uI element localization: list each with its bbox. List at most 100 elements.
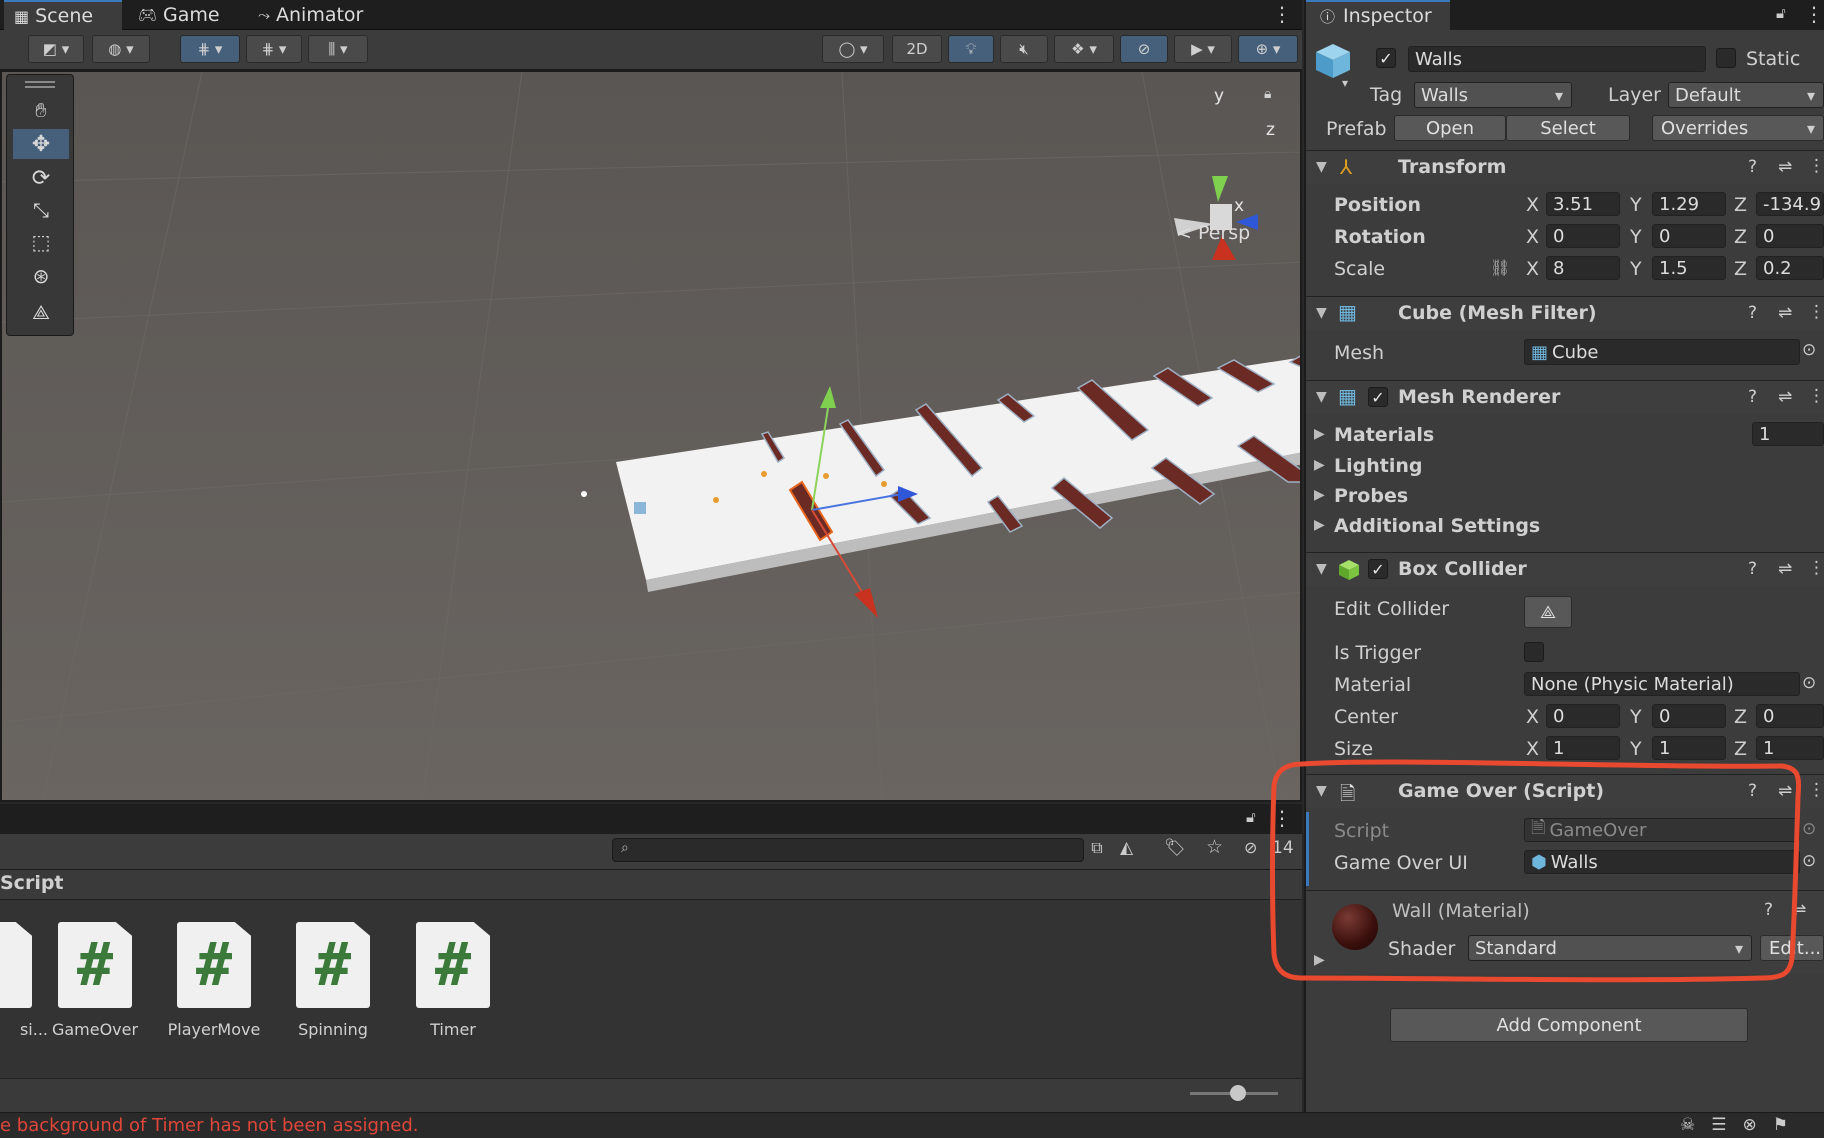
expand-arrow-icon[interactable]: ▶ bbox=[1314, 487, 1325, 503]
presets-icon[interactable]: ⇌ bbox=[1778, 303, 1792, 323]
transform-tool[interactable]: ⊛ bbox=[13, 261, 69, 291]
pickup-object[interactable] bbox=[823, 473, 829, 479]
collapse-arrow-icon[interactable]: ▼ bbox=[1316, 159, 1327, 175]
axis-z-label[interactable]: Z bbox=[1734, 194, 1747, 216]
lighting-toggle[interactable]: 💡︎ bbox=[948, 35, 994, 63]
additional-settings-foldout[interactable]: Additional Settings bbox=[1334, 515, 1540, 537]
notification-icon[interactable]: ⚑ bbox=[1773, 1115, 1804, 1135]
axis-y-label[interactable]: Y bbox=[1630, 706, 1642, 728]
pickup-object[interactable] bbox=[761, 471, 767, 477]
edit-collider-button[interactable]: ⟁ bbox=[1524, 596, 1572, 628]
center-z-field[interactable]: 0 bbox=[1756, 704, 1824, 728]
enabled-checkbox[interactable]: ✓ bbox=[1368, 559, 1388, 579]
scale-y-field[interactable]: 1.5 bbox=[1652, 256, 1726, 280]
asset-item[interactable]: # Timer bbox=[398, 922, 508, 1039]
enabled-checkbox[interactable]: ✓ bbox=[1368, 387, 1388, 407]
hand-tool[interactable]: ✋︎ bbox=[13, 95, 69, 125]
collapse-arrow-icon[interactable]: ▼ bbox=[1316, 305, 1327, 321]
shading-dropdown[interactable]: ◯ ▾ bbox=[822, 35, 884, 63]
presets-icon[interactable]: ⇌ bbox=[1778, 157, 1792, 177]
object-picker-icon[interactable]: ⊙ bbox=[1802, 340, 1816, 360]
increment-snap-dropdown[interactable]: ⋕ ▾ bbox=[246, 35, 302, 63]
axis-z-label[interactable]: Z bbox=[1734, 706, 1747, 728]
transform-header[interactable]: ▼ ⅄ Transform ? ⇌ ⋮ bbox=[1306, 150, 1824, 184]
global-pivot-dropdown[interactable]: ◍ ▾ bbox=[92, 35, 150, 63]
status-icons[interactable]: ☠☰⊗⚑ bbox=[1680, 1115, 1804, 1135]
tab-game[interactable]: 🎮︎ Game bbox=[128, 0, 228, 30]
toggle-2d-button[interactable]: 2D bbox=[892, 35, 942, 63]
scale-x-field[interactable]: 8 bbox=[1546, 256, 1620, 280]
more-menu-icon[interactable]: ⋮ bbox=[1808, 558, 1824, 578]
axis-x-label[interactable]: X bbox=[1526, 226, 1539, 248]
more-menu-icon[interactable]: ⋮ bbox=[1808, 156, 1824, 176]
expand-arrow-icon[interactable]: ▶ bbox=[1314, 517, 1325, 533]
center-x-field[interactable]: 0 bbox=[1546, 704, 1620, 728]
axis-y-label[interactable]: Y bbox=[1630, 226, 1642, 248]
static-checkbox[interactable] bbox=[1716, 48, 1736, 68]
axis-z-label[interactable]: Z bbox=[1734, 226, 1747, 248]
help-icon[interactable]: ? bbox=[1748, 559, 1757, 579]
more-menu-icon[interactable]: ⋮ bbox=[1808, 302, 1824, 322]
materials-count-field[interactable]: 1 bbox=[1752, 422, 1824, 446]
asset-item[interactable]: # Spinning bbox=[278, 922, 388, 1039]
axis-y-label[interactable]: Y bbox=[1630, 194, 1642, 216]
position-z-field[interactable]: -134.9 bbox=[1756, 192, 1824, 216]
prefab-select-button[interactable]: Select bbox=[1506, 115, 1630, 141]
rotation-x-field[interactable]: 0 bbox=[1546, 224, 1620, 248]
tag-dropdown[interactable]: Walls bbox=[1414, 82, 1572, 108]
effects-dropdown[interactable]: ❖ ▾ bbox=[1054, 35, 1114, 63]
position-y-field[interactable]: 1.29 bbox=[1652, 192, 1726, 216]
prefab-open-button[interactable]: Open bbox=[1394, 115, 1506, 141]
player-cube[interactable] bbox=[634, 502, 646, 514]
perspective-label[interactable]: < Persp bbox=[1176, 222, 1250, 244]
axis-x-label[interactable]: X bbox=[1526, 194, 1539, 216]
center-y-field[interactable]: 0 bbox=[1652, 704, 1726, 728]
asset-item[interactable]: # PlayerMove bbox=[159, 922, 269, 1039]
presets-icon[interactable]: ⇌ bbox=[1778, 387, 1792, 407]
zoom-slider-handle[interactable] bbox=[1230, 1085, 1246, 1101]
asset-item[interactable]: # GameOver bbox=[40, 922, 150, 1039]
add-component-button[interactable]: Add Component bbox=[1390, 1008, 1748, 1042]
baking-icon[interactable]: ⊗ bbox=[1743, 1115, 1773, 1135]
rect-tool[interactable]: ⬚ bbox=[13, 227, 69, 257]
materials-foldout[interactable]: Materials bbox=[1334, 424, 1434, 446]
collapse-arrow-icon[interactable]: ▼ bbox=[1316, 389, 1327, 405]
rotation-y-field[interactable]: 0 bbox=[1652, 224, 1726, 248]
breadcrumb-script[interactable]: Script bbox=[0, 872, 64, 894]
mesh-renderer-header[interactable]: ▼ ▦ ✓ Mesh Renderer ? ⇌ ⋮ bbox=[1306, 380, 1824, 414]
mesh-object-field[interactable]: ▦ Cube bbox=[1524, 339, 1800, 365]
cache-icon[interactable]: ☰ bbox=[1711, 1115, 1742, 1135]
expand-arrow-icon[interactable]: ▶ bbox=[1314, 457, 1325, 473]
custom-tool[interactable]: ⟁ bbox=[13, 297, 69, 327]
debug-icon[interactable]: ☠ bbox=[1680, 1115, 1711, 1135]
gizmos-dropdown[interactable]: ⊕ ▾ bbox=[1238, 35, 1298, 63]
lighting-foldout[interactable]: Lighting bbox=[1334, 455, 1422, 477]
grid-snap-dropdown[interactable]: ⋕ ▾ bbox=[180, 35, 240, 63]
tab-animator[interactable]: ⤳ Animator bbox=[248, 0, 378, 30]
more-menu-icon[interactable]: ⋮ bbox=[1804, 2, 1824, 26]
hidden-packages-icon[interactable]: ⊘ bbox=[1244, 838, 1257, 857]
pickup-object[interactable] bbox=[881, 481, 887, 487]
help-icon[interactable]: ? bbox=[1748, 157, 1757, 177]
filter-label-icon[interactable]: 🏷︎ bbox=[1164, 838, 1186, 858]
constrain-proportions-icon[interactable]: ⛓︎ bbox=[1490, 258, 1510, 277]
rotation-z-field[interactable]: 0 bbox=[1756, 224, 1824, 248]
filter-type-icon[interactable]: ◭ bbox=[1120, 838, 1133, 858]
presets-icon[interactable]: ⇌ bbox=[1778, 559, 1792, 579]
layer-dropdown[interactable]: Default bbox=[1668, 82, 1824, 108]
object-name-field[interactable]: Walls bbox=[1408, 46, 1706, 72]
favorite-star-icon[interactable]: ☆ bbox=[1206, 836, 1223, 858]
axis-x-label[interactable]: X bbox=[1526, 258, 1539, 280]
position-x-field[interactable]: 3.51 bbox=[1546, 192, 1620, 216]
lock-icon[interactable]: 🔒︎ bbox=[1264, 86, 1271, 102]
help-icon[interactable]: ? bbox=[1748, 303, 1757, 323]
expand-arrow-icon[interactable]: ▶ bbox=[1314, 426, 1325, 442]
box-collider-header[interactable]: ▼ ✓ Box Collider ? ⇌ ⋮ bbox=[1306, 552, 1824, 586]
pickup-object[interactable] bbox=[713, 497, 719, 503]
axis-z-label[interactable]: Z bbox=[1734, 258, 1747, 280]
tab-inspector[interactable]: ⓘ Inspector bbox=[1306, 0, 1450, 30]
scale-tool[interactable]: ⤡ bbox=[13, 195, 69, 225]
mesh-filter-header[interactable]: ▼ ▦ Cube (Mesh Filter) ? ⇌ ⋮ bbox=[1306, 296, 1824, 330]
scale-z-field[interactable]: 0.2 bbox=[1756, 256, 1824, 280]
lock-icon[interactable]: 🔓︎ bbox=[1776, 4, 1786, 22]
